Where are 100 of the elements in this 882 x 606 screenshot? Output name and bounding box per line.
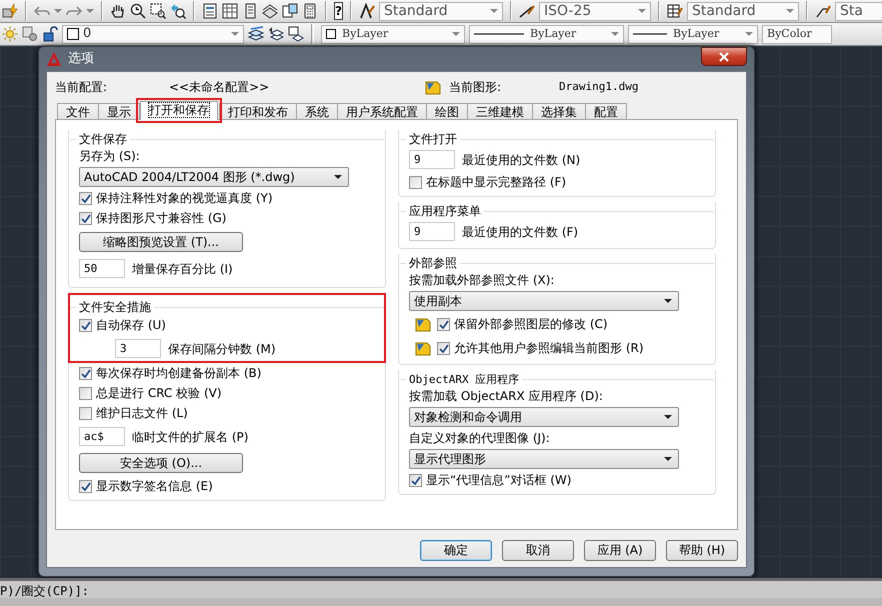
caret-icon <box>664 415 672 419</box>
checkbox-label: 显示数字签名信息 (E) <box>96 478 213 495</box>
field-label: 另存为 (S): <box>79 148 140 165</box>
checkbox[interactable] <box>437 318 450 330</box>
caret-icon <box>231 32 239 36</box>
profile-label: 当前配置: <box>55 79 108 96</box>
checkbox[interactable] <box>79 212 92 224</box>
checkbox[interactable] <box>79 480 92 492</box>
line-sample-icon <box>474 33 524 35</box>
tab[interactable]: 用户系统配置 <box>337 103 427 120</box>
tab[interactable]: 系统 <box>296 103 338 120</box>
help-button[interactable]: ? <box>334 2 343 20</box>
dropdown[interactable]: 使用副本 <box>409 291 679 311</box>
close-button[interactable] <box>701 47 747 66</box>
tab[interactable]: 三维建模 <box>467 103 533 120</box>
field-label: 保存间隔分钟数 (M) <box>168 340 276 358</box>
linetype-dropdown[interactable]: ByLayer <box>469 24 624 44</box>
caret-icon <box>334 175 342 179</box>
field-label: 按需加载外部参照文件 (X): <box>409 272 554 289</box>
caret-icon <box>638 9 646 13</box>
group-title: 文件安全措施 <box>78 300 152 314</box>
checkbox-label: 保留外部参照图层的修改 (C) <box>454 316 608 333</box>
line-sample-icon <box>633 33 667 35</box>
checkbox[interactable] <box>409 474 422 486</box>
group-title: 文件打开 <box>408 132 458 146</box>
dialog-button[interactable]: 取消 <box>502 540 574 561</box>
hand-icon[interactable] <box>110 3 126 19</box>
group-title: 外部参照 <box>408 256 458 270</box>
check-icon <box>80 214 90 222</box>
layer-dropdown[interactable]: 0 <box>62 24 244 44</box>
button[interactable]: 缩略图预览设置 (T)... <box>79 232 243 252</box>
style-dropdown[interactable]: Standard <box>686 2 799 20</box>
tab[interactable]: 打印和发布 <box>219 103 297 120</box>
drawing-label: 当前图形: <box>448 79 502 96</box>
style-dropdown[interactable]: Standard <box>378 2 503 20</box>
text-field[interactable]: 9 <box>409 150 455 169</box>
checkbox[interactable] <box>79 406 92 420</box>
check-icon <box>410 476 420 484</box>
checkbox[interactable] <box>79 192 92 204</box>
text-field[interactable]: 3 <box>115 339 161 358</box>
tab[interactable]: 配置 <box>585 103 627 120</box>
zoom-previous-icon[interactable] <box>170 3 186 19</box>
dialog-button[interactable]: 帮助 (H) <box>666 540 738 561</box>
field-label: 临时文件的扩展名 (P) <box>132 428 248 446</box>
caret-icon <box>452 32 460 36</box>
dialog-button[interactable]: 应用 (A) <box>584 540 656 561</box>
drawing-file-icon <box>425 79 441 95</box>
check-icon <box>80 320 90 330</box>
zoom-window-icon[interactable] <box>150 3 166 19</box>
checkbox-label: 保持注释性对象的视觉逼真度 (Y) <box>96 190 273 207</box>
checkbox[interactable] <box>79 366 92 380</box>
tab[interactable]: 绘图 <box>426 103 468 120</box>
dropdown[interactable]: 对象检测和命令调用 <box>409 407 679 427</box>
tab[interactable]: 选择集 <box>532 103 586 120</box>
app-logo-icon <box>46 51 62 67</box>
caret-icon <box>54 9 62 13</box>
style-dropdown[interactable]: Sta <box>834 2 882 20</box>
color-swatch-icon <box>67 28 79 40</box>
field-label: 增量保存百分比 (I) <box>132 260 233 278</box>
checkbox[interactable] <box>409 176 422 188</box>
group-title: 文件保存 <box>78 132 128 146</box>
color-dropdown[interactable]: ByLayer <box>321 24 465 44</box>
checkbox[interactable] <box>437 342 450 354</box>
caret-icon <box>664 299 672 303</box>
command-line-text: P)/圈交(CP)]: <box>0 584 90 598</box>
drawing-file-icon <box>415 340 431 356</box>
drawing-name: Drawing1.dwg <box>559 78 640 95</box>
calculator-icon[interactable] <box>302 3 318 19</box>
check-icon <box>438 344 448 352</box>
text-field[interactable]: ac$ <box>79 427 125 446</box>
caret-icon <box>86 9 94 13</box>
lineweight-dropdown[interactable]: ByLayer <box>628 24 758 44</box>
text-field[interactable]: 9 <box>409 222 455 241</box>
window-title: 选项 <box>68 50 94 68</box>
dialog-button[interactable]: 确定 <box>420 540 492 561</box>
tab[interactable]: 文件 <box>57 103 99 120</box>
group-title: 应用程序菜单 <box>408 204 482 218</box>
dropdown[interactable]: 显示代理图形 <box>409 449 679 469</box>
tab[interactable]: 显示 <box>98 103 140 120</box>
checkbox-label: 自动保存 (U) <box>96 317 166 334</box>
dropdown[interactable]: AutoCAD 2004/LT2004 图形 (*.dwg) <box>79 167 349 187</box>
checkbox[interactable] <box>79 318 92 332</box>
check-icon <box>80 194 90 202</box>
checkbox-label: 在标题中显示完整路径 (F) <box>426 174 566 191</box>
style-dropdown[interactable]: ISO-25 <box>538 2 651 20</box>
sun-icon[interactable] <box>2 26 18 42</box>
zoom-clock-icon[interactable] <box>130 3 146 19</box>
checkbox-label: 显示“代理信息”对话框 (W) <box>426 472 572 489</box>
group-title: ObjectARX 应用程序 <box>408 372 520 386</box>
color-swatch-icon <box>326 29 336 39</box>
padlock-icon[interactable] <box>42 26 58 42</box>
tab[interactable]: 打开和保存 <box>140 101 218 120</box>
text-field[interactable]: 50 <box>79 259 125 278</box>
caret-icon <box>664 457 672 461</box>
button[interactable]: 安全选项 (O)... <box>79 453 243 473</box>
lightning-icon[interactable] <box>2 3 18 19</box>
drawing-file-icon <box>415 316 431 332</box>
checkbox[interactable] <box>79 386 92 400</box>
field-label: 自定义对象的代理图像 (J): <box>409 430 550 447</box>
plot-style-dropdown[interactable]: ByColor <box>762 24 832 44</box>
